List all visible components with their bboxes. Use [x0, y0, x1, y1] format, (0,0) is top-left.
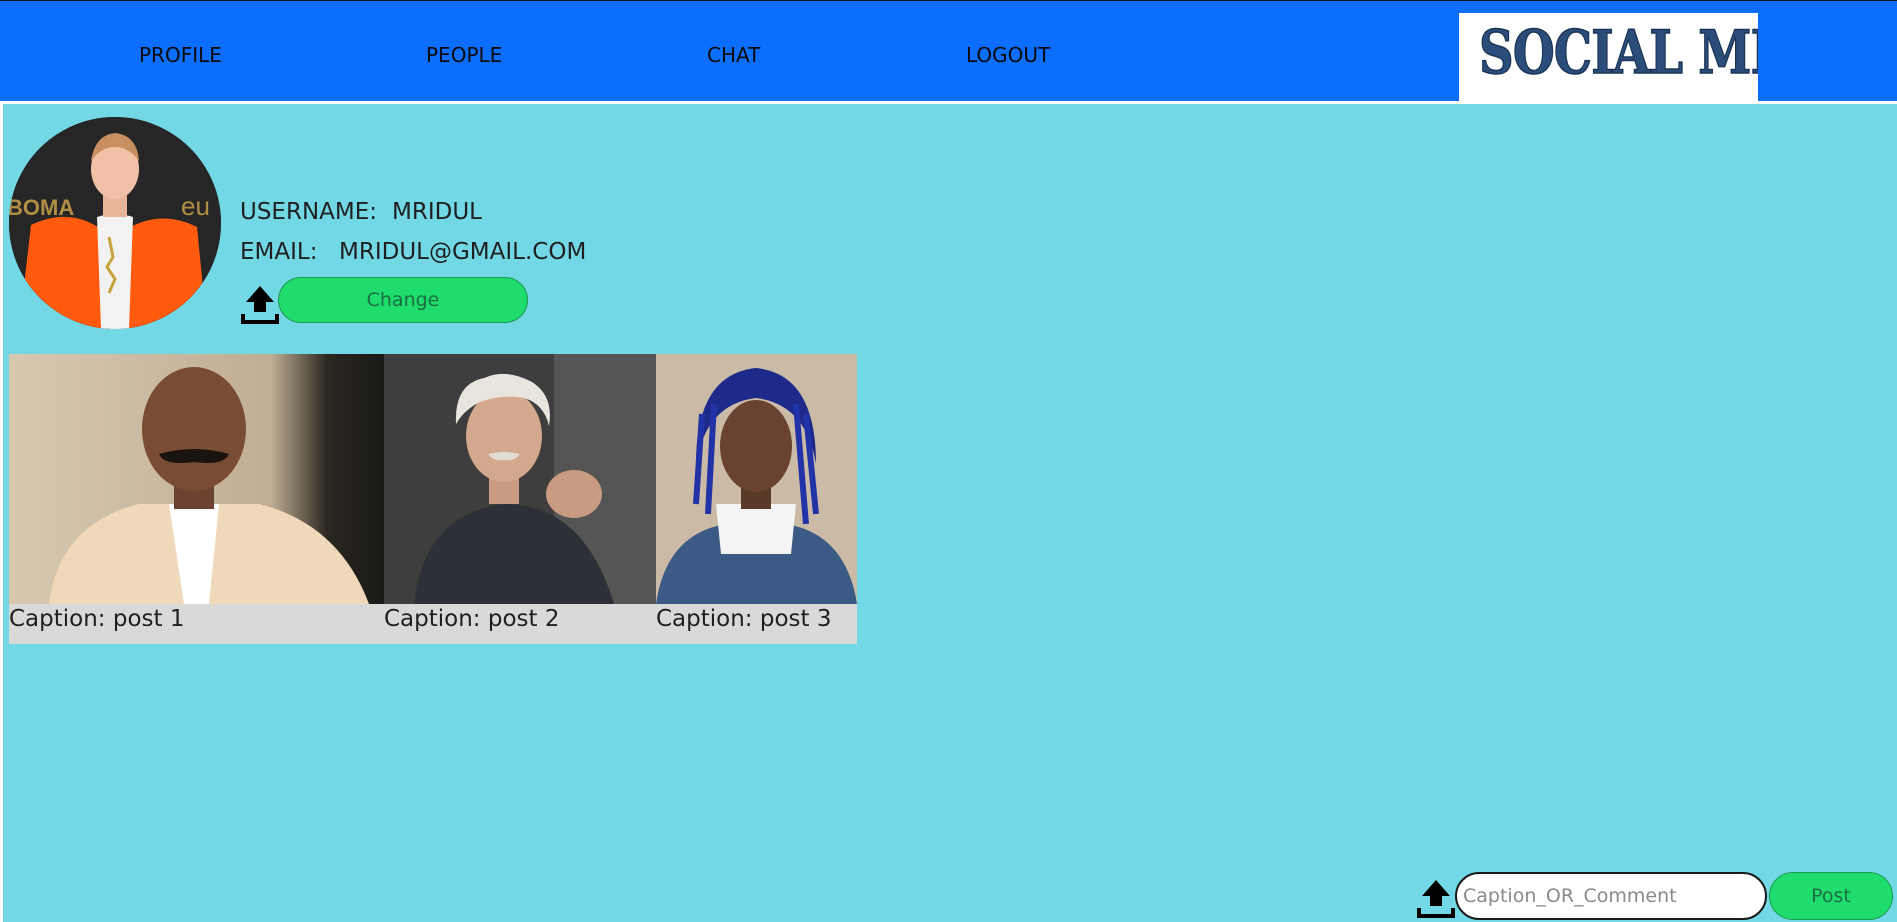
post-button[interactable]: Post [1769, 872, 1893, 920]
nav-profile-link[interactable]: PROFILE [139, 43, 222, 67]
profile-avatar: BOMA eu [9, 117, 221, 329]
email-label: EMAIL: [240, 239, 318, 265]
post-card[interactable]: Caption: post 3 [656, 354, 857, 644]
navbar: PROFILE PEOPLE CHAT LOGOUT SOCIAL MED [0, 1, 1897, 102]
nav-people-link[interactable]: PEOPLE [426, 43, 502, 67]
svg-text:BOMA: BOMA [9, 195, 74, 220]
change-photo-button[interactable]: Change [278, 277, 528, 323]
post-caption: Caption: post 3 [656, 606, 832, 632]
nav-logout-link[interactable]: LOGOUT [966, 43, 1050, 67]
username-value: MRIDUL [392, 199, 482, 225]
post-card[interactable]: Caption: post 2 [384, 354, 656, 644]
profile-upload-icon[interactable] [241, 284, 279, 324]
post-image [9, 354, 384, 604]
posts-grid: Caption: post 1 Caption: post 2 Caption:… [9, 354, 857, 644]
logo: SOCIAL MED [1459, 13, 1758, 102]
post-image [384, 354, 656, 604]
post-card[interactable]: Caption: post 1 [9, 354, 384, 644]
email-value: MRIDUL@GMAIL.COM [339, 239, 587, 265]
post-image [656, 354, 857, 604]
username-label: USERNAME: [240, 199, 378, 225]
profile-page: BOMA eu USERNAME: MRIDUL EMAIL: MRIDUL@G… [3, 104, 1897, 922]
logo-text: SOCIAL MED [1478, 17, 1758, 89]
svg-text:eu: eu [181, 191, 210, 221]
nav-chat-link[interactable]: CHAT [707, 43, 760, 67]
post-caption: Caption: post 1 [9, 606, 185, 632]
caption-input[interactable] [1455, 872, 1767, 920]
post-caption: Caption: post 2 [384, 606, 560, 632]
post-upload-icon[interactable] [1417, 878, 1455, 918]
